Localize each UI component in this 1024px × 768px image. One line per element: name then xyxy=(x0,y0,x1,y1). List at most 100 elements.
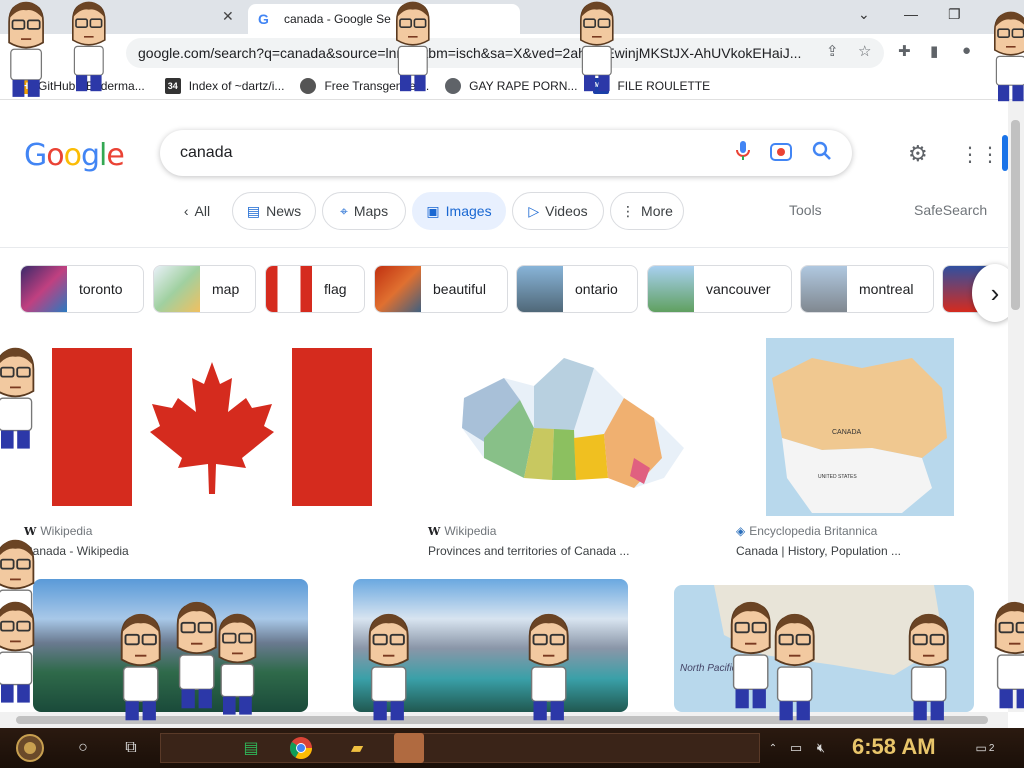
related-chip-vancouver[interactable]: vancouver xyxy=(647,265,792,313)
cartoon-character xyxy=(579,1,614,92)
britannica-map-image[interactable]: CANADA UNITED STATES xyxy=(732,338,988,516)
related-chip-toronto[interactable]: toronto xyxy=(20,265,144,313)
cartoon-character xyxy=(395,1,430,92)
folder-icon[interactable]: ▰ xyxy=(342,733,372,763)
app-thumbnail-icon[interactable] xyxy=(394,733,424,763)
filter-all[interactable]: ‹ All xyxy=(168,192,226,230)
related-thumb xyxy=(517,266,563,312)
sidebar-icon[interactable]: ▮ xyxy=(930,42,938,60)
close-tab-icon[interactable]: ✕ xyxy=(222,8,234,25)
result-source: W Wikipedia xyxy=(428,524,497,538)
tab-active[interactable]: G canada - Google Se xyxy=(248,4,520,34)
start-button[interactable] xyxy=(8,733,52,763)
cartoon-character xyxy=(8,1,44,97)
news-icon: ▤ xyxy=(246,202,261,219)
network-icon[interactable]: ▭ xyxy=(786,733,806,763)
search-input[interactable]: canada xyxy=(160,130,852,176)
cartoon-character xyxy=(774,613,815,721)
related-chip-map[interactable]: map xyxy=(153,265,256,313)
provinces-map-image[interactable] xyxy=(424,338,712,516)
search-circle-icon[interactable]: ○ xyxy=(68,733,98,763)
search-query: canada xyxy=(180,144,233,161)
result-source: W Wikipedia xyxy=(24,524,93,538)
scrollbar-thumb[interactable] xyxy=(1011,120,1020,310)
related-chip-beautiful[interactable]: beautiful xyxy=(374,265,508,313)
filter-label: Images xyxy=(445,203,492,219)
related-chip-flag[interactable]: flag xyxy=(265,265,365,313)
cartoon-character xyxy=(120,613,161,721)
search-icon[interactable] xyxy=(812,141,832,166)
microphone-icon[interactable] xyxy=(736,140,750,167)
filter-label: More xyxy=(641,203,673,219)
cartoon-character xyxy=(908,613,949,721)
extensions-icon[interactable]: ✚ xyxy=(898,42,911,60)
profile-icon[interactable]: ● xyxy=(962,42,971,59)
cartoon-character xyxy=(0,347,35,449)
cartoon-character xyxy=(993,11,1024,102)
related-thumb xyxy=(375,266,421,312)
related-thumb xyxy=(21,266,67,312)
star-icon[interactable]: ☆ xyxy=(858,42,871,60)
url-text: google.com/search?q=canada&source=lnms&t… xyxy=(138,45,802,61)
restore-icon[interactable]: ❐ xyxy=(948,6,961,23)
search-filters: ‹ All ▤ News ⌖ Maps ▣ Images ▷ Videos ⋮ More T… xyxy=(0,192,1008,232)
cartoon-character xyxy=(218,613,257,715)
tools-button[interactable]: Tools xyxy=(789,202,822,218)
share-icon[interactable]: ⇪ xyxy=(826,42,839,60)
related-label: flag xyxy=(324,281,347,297)
map-label-united-states: UNITED STATES xyxy=(818,474,857,480)
minimize-icon[interactable]: — xyxy=(904,6,918,22)
chevron-up-icon[interactable]: ⌃ xyxy=(766,733,780,763)
address-bar[interactable]: google.com/search?q=canada&source=lnms&t… xyxy=(126,38,884,68)
filter-more[interactable]: ⋮ More xyxy=(610,192,684,230)
notification-count: 2 xyxy=(988,742,995,754)
gear-icon[interactable]: ⚙ xyxy=(908,141,928,167)
bookmark-item[interactable]: 34 Index of ~dartz/i... xyxy=(164,77,284,94)
bookmark-item[interactable]: GAY RAPE PORN... xyxy=(445,77,578,94)
camera-lens-icon[interactable] xyxy=(770,141,792,166)
filter-label: Maps xyxy=(353,203,389,219)
related-thumb xyxy=(154,266,200,312)
cartoon-character xyxy=(71,1,106,92)
filter-images[interactable]: ▣ Images xyxy=(412,192,506,230)
related-chip-ontario[interactable]: ontario xyxy=(516,265,638,313)
related-label: ontario xyxy=(575,281,618,297)
result-source: ◈ Encyclopedia Britannica xyxy=(736,524,878,538)
play-icon: ▷ xyxy=(528,202,540,219)
google-g-icon: G xyxy=(258,11,269,27)
britannica-icon: ◈ xyxy=(736,524,746,538)
map-label-canada: CANADA xyxy=(832,429,862,436)
notification-icon[interactable]: ▭ 2 xyxy=(970,733,1000,763)
divider xyxy=(0,247,1008,248)
related-thumb xyxy=(801,266,847,312)
cartoon-character xyxy=(368,613,409,721)
filter-news[interactable]: ▤ News xyxy=(232,192,316,230)
filter-videos[interactable]: ▷ Videos xyxy=(512,192,604,230)
image-icon: ▣ xyxy=(426,202,440,219)
task-view-icon[interactable]: ⧉ xyxy=(116,733,146,763)
related-chip-montreal[interactable]: montreal xyxy=(800,265,934,313)
cartoon-character xyxy=(528,613,569,721)
filter-maps[interactable]: ⌖ Maps xyxy=(322,192,406,230)
site-icon xyxy=(300,77,317,94)
canada-flag-image[interactable] xyxy=(20,338,404,516)
chrome-icon[interactable] xyxy=(286,733,316,763)
google-logo[interactable]: Google xyxy=(24,138,125,173)
chevron-down-icon[interactable]: ⌄ xyxy=(858,6,870,23)
safesearch-button[interactable]: SafeSearch xyxy=(914,202,987,218)
result-title: Provinces and territories of Canada ... xyxy=(428,544,630,558)
related-thumb xyxy=(266,266,312,312)
bookmark-label: GAY RAPE PORN... xyxy=(469,78,578,93)
more-vert-icon: ⋮ xyxy=(621,202,636,219)
filter-label: All xyxy=(194,203,211,219)
mountain-lake-image[interactable] xyxy=(33,579,308,712)
globe-icon xyxy=(445,77,462,94)
sheets-icon[interactable]: ▤ xyxy=(236,733,266,763)
filter-label: Videos xyxy=(545,203,588,219)
related-label: beautiful xyxy=(433,281,486,297)
speaker-muted-icon[interactable]: 🔇︎ xyxy=(810,733,832,763)
clock[interactable]: 6:58 AM xyxy=(852,734,936,760)
chevron-left-icon: ‹ xyxy=(183,203,189,219)
cartoon-character xyxy=(994,601,1024,709)
related-thumb xyxy=(648,266,694,312)
